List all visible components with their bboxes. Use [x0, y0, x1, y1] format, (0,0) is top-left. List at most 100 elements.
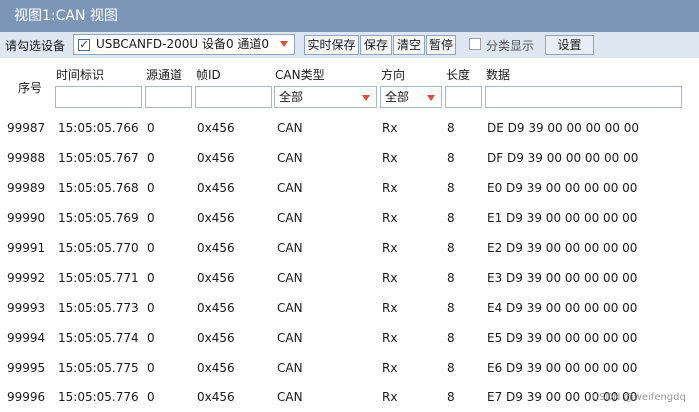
realtime-save-button[interactable]: 实时保存 [304, 35, 359, 55]
cell-seq: 99995 [7, 361, 46, 375]
cell-src: 0 [147, 211, 155, 225]
table-row[interactable]: 99991 15:05:05.770 0 0x456 CAN Rx 8 E2 D… [0, 233, 699, 263]
col-header-len: 长度 [446, 68, 471, 82]
cell-len: 8 [447, 181, 455, 195]
cell-id: 0x456 [197, 361, 235, 375]
window-title: 视图1:CAN 视图 [14, 8, 118, 24]
cell-src: 0 [147, 361, 155, 375]
cell-id: 0x456 [197, 241, 235, 255]
dropdown-arrow-icon[interactable] [362, 95, 370, 101]
cell-dir: Rx [382, 390, 398, 404]
dropdown-arrow-icon[interactable] [280, 41, 288, 47]
cell-time: 15:05:05.771 [58, 271, 139, 285]
cell-src: 0 [147, 331, 155, 345]
cell-len: 8 [447, 241, 455, 255]
cell-src: 0 [147, 121, 155, 135]
cell-dir: Rx [382, 301, 398, 315]
cell-type: CAN [277, 271, 303, 285]
filter-id-input[interactable] [195, 86, 272, 108]
cell-time: 15:05:05.775 [58, 361, 139, 375]
cell-type: CAN [277, 121, 303, 135]
table-row[interactable]: 99989 15:05:05.768 0 0x456 CAN Rx 8 E0 D… [0, 173, 699, 203]
cell-type: CAN [277, 301, 303, 315]
table-row[interactable]: 99988 15:05:05.767 0 0x456 CAN Rx 8 DF D… [0, 143, 699, 173]
dropdown-arrow-icon[interactable] [427, 95, 435, 101]
cell-id: 0x456 [197, 181, 235, 195]
filter-len-input[interactable] [445, 86, 482, 108]
table-row[interactable]: 99994 15:05:05.774 0 0x456 CAN Rx 8 E5 D… [0, 323, 699, 353]
filter-time-input[interactable] [55, 86, 142, 108]
cell-len: 8 [447, 211, 455, 225]
table-row[interactable]: 99993 15:05:05.773 0 0x456 CAN Rx 8 E4 D… [0, 293, 699, 323]
cell-dir: Rx [382, 241, 398, 255]
table-row[interactable]: 99992 15:05:05.771 0 0x456 CAN Rx 8 E3 D… [0, 263, 699, 293]
cell-seq: 99992 [7, 271, 46, 285]
cell-time: 15:05:05.774 [58, 331, 139, 345]
col-header-src: 源通道 [146, 68, 183, 82]
table-row[interactable]: 99995 15:05:05.775 0 0x456 CAN Rx 8 E6 D… [0, 353, 699, 383]
cell-id: 0x456 [197, 121, 235, 135]
table-row[interactable]: 99987 15:05:05.766 0 0x456 CAN Rx 8 DE D… [0, 113, 699, 143]
save-button[interactable]: 保存 [360, 35, 392, 55]
cell-id: 0x456 [197, 331, 235, 345]
cell-seq: 99994 [7, 331, 46, 345]
cell-data: E0 D9 39 00 00 00 00 00 [487, 181, 638, 195]
pause-button[interactable]: 暂停 [426, 35, 456, 55]
cell-time: 15:05:05.776 [58, 390, 139, 404]
cell-src: 0 [147, 390, 155, 404]
device-select[interactable]: ✓ USBCANFD-200U 设备0 通道0 [73, 34, 295, 55]
col-header-id: 帧ID [196, 68, 221, 82]
cell-seq: 99990 [7, 211, 46, 225]
filter-type-value: 全部 [279, 90, 304, 104]
device-select-value: USBCANFD-200U 设备0 通道0 [96, 37, 270, 51]
cell-type: CAN [277, 241, 303, 255]
cell-data: E6 D9 39 00 00 00 00 00 [487, 361, 638, 375]
filter-dir-select[interactable]: 全部 [380, 86, 442, 108]
cell-data: E5 D9 39 00 00 00 00 00 [487, 331, 638, 345]
cell-dir: Rx [382, 121, 398, 135]
cell-len: 8 [447, 271, 455, 285]
cell-dir: Rx [382, 211, 398, 225]
cell-time: 15:05:05.770 [58, 241, 139, 255]
cell-data: E3 D9 39 00 00 00 00 00 [487, 271, 638, 285]
cell-id: 0x456 [197, 390, 235, 404]
cell-time: 15:05:05.773 [58, 301, 139, 315]
cell-data: E1 D9 39 00 00 00 00 00 [487, 211, 638, 225]
col-header-dir: 方向 [381, 68, 406, 82]
device-select-label: 请勾选设备 [5, 39, 66, 53]
cell-time: 15:05:05.767 [58, 151, 139, 165]
cell-seq: 99993 [7, 301, 46, 315]
cell-id: 0x456 [197, 211, 235, 225]
filter-src-input[interactable] [145, 86, 192, 108]
cell-seq: 99989 [7, 181, 46, 195]
cell-len: 8 [447, 390, 455, 404]
cell-src: 0 [147, 271, 155, 285]
cell-time: 15:05:05.766 [58, 121, 139, 135]
cell-dir: Rx [382, 151, 398, 165]
cell-id: 0x456 [197, 151, 235, 165]
cell-len: 8 [447, 121, 455, 135]
cell-type: CAN [277, 361, 303, 375]
window-title-bar: 视图1:CAN 视图 [0, 0, 699, 32]
filter-type-select[interactable]: 全部 [274, 86, 377, 108]
cell-len: 8 [447, 361, 455, 375]
cell-dir: Rx [382, 361, 398, 375]
cell-time: 15:05:05.768 [58, 181, 139, 195]
cell-src: 0 [147, 241, 155, 255]
settings-button[interactable]: 设置 [545, 35, 594, 55]
clear-button[interactable]: 清空 [393, 35, 425, 55]
cell-data: DF D9 39 00 00 00 00 00 [487, 151, 639, 165]
cell-data: E2 D9 39 00 00 00 00 00 [487, 241, 638, 255]
group-display-checkbox[interactable] [469, 38, 481, 50]
cell-len: 8 [447, 301, 455, 315]
cell-data: E4 D9 39 00 00 00 00 00 [487, 301, 638, 315]
table-row[interactable]: 99990 15:05:05.769 0 0x456 CAN Rx 8 E1 D… [0, 203, 699, 233]
cell-src: 0 [147, 181, 155, 195]
device-checkbox[interactable]: ✓ [78, 39, 90, 51]
toolbar: 请勾选设备 ✓ USBCANFD-200U 设备0 通道0 实时保存 保存 清空… [0, 32, 699, 58]
group-display-label: 分类显示 [486, 39, 535, 53]
cell-time: 15:05:05.769 [58, 211, 139, 225]
cell-type: CAN [277, 390, 303, 404]
cell-seq: 99996 [7, 390, 46, 404]
filter-data-input[interactable] [485, 86, 682, 108]
